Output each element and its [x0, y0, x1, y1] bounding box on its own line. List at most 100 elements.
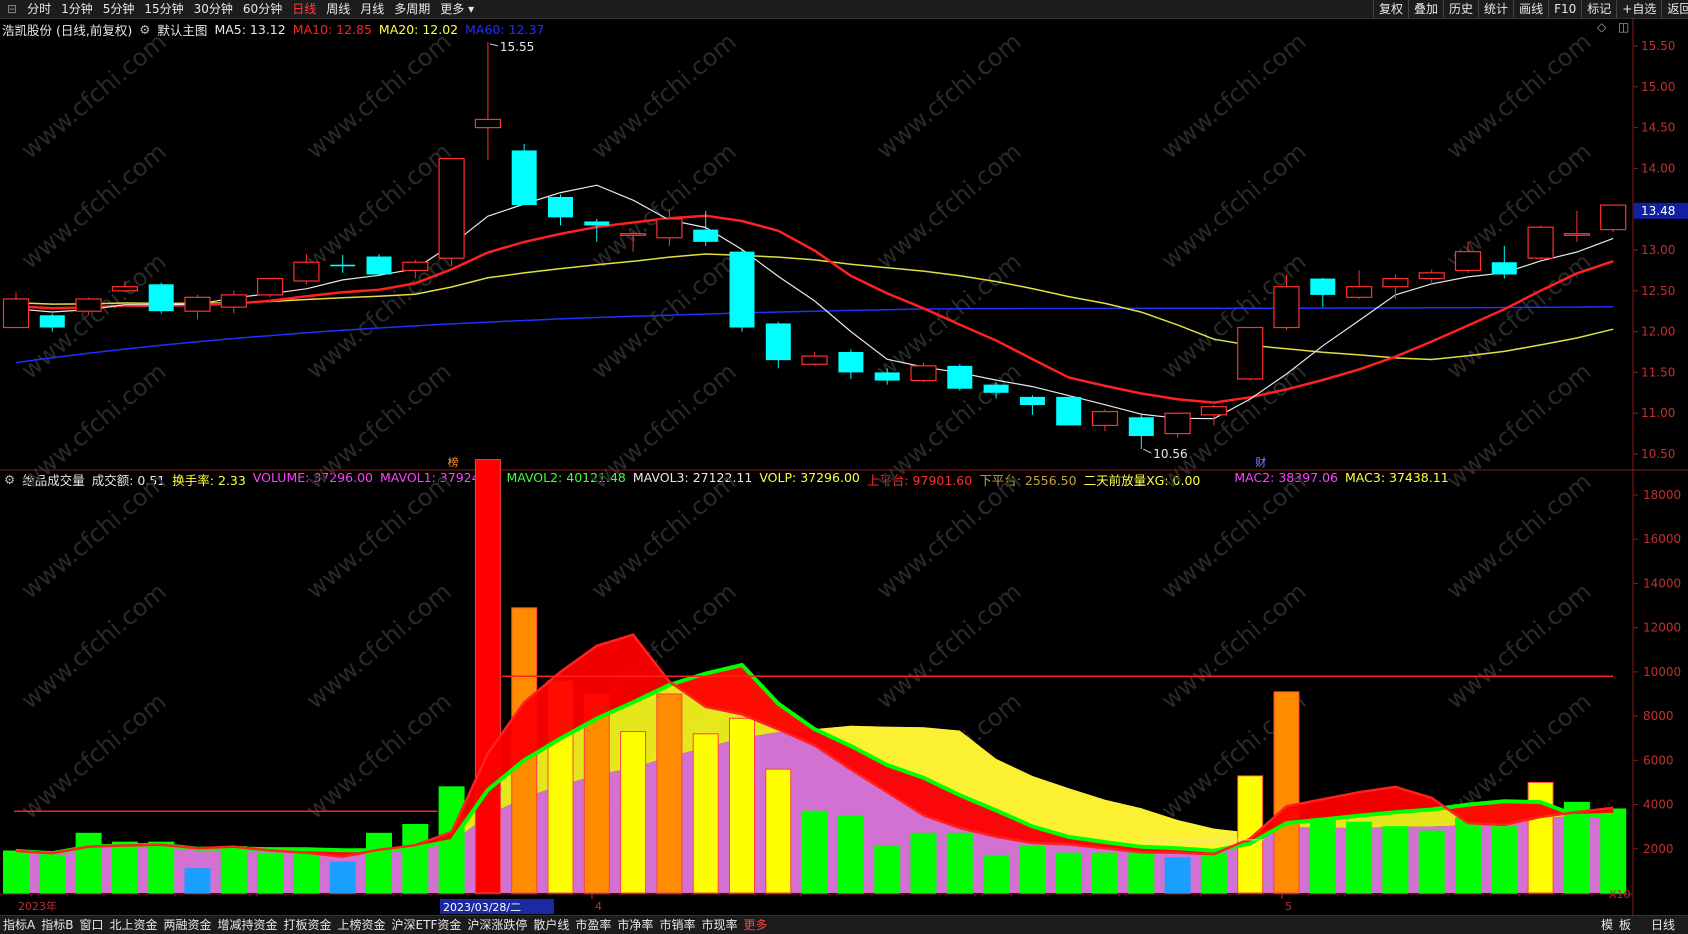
volume-bar[interactable]: [1527, 781, 1554, 894]
indicator-tab[interactable]: 沪深涨跌停: [464, 916, 530, 934]
candle-body-down[interactable]: [729, 251, 755, 328]
bottom-button[interactable]: 模: [1598, 916, 1616, 934]
indicator-tab[interactable]: 上榜资金: [335, 916, 389, 934]
candle-body-up[interactable]: [2, 298, 30, 329]
bottom-button[interactable]: 日线: [1648, 916, 1678, 934]
volume-bar[interactable]: [729, 717, 755, 894]
candle-body-down[interactable]: [838, 352, 864, 373]
indicator-tab[interactable]: 北上资金: [106, 916, 160, 934]
candle-body-down[interactable]: [1056, 396, 1082, 426]
candle-body-up[interactable]: [220, 294, 247, 308]
volume-bar[interactable]: [3, 850, 29, 894]
candle-body-down[interactable]: [511, 150, 537, 206]
volume-bar[interactable]: [402, 823, 429, 894]
volume-bar[interactable]: [1273, 691, 1300, 894]
candle-body-up[interactable]: [910, 365, 937, 382]
volume-bar[interactable]: [1600, 808, 1627, 894]
candle-body-down[interactable]: [584, 221, 610, 226]
volume-bar[interactable]: [874, 846, 901, 894]
indicator-tab[interactable]: 沪深ETF资金: [389, 916, 465, 934]
candle-body-up[interactable]: [1418, 272, 1445, 280]
volume-bar[interactable]: [366, 832, 392, 894]
candle-body-up[interactable]: [293, 261, 320, 282]
volume-bar[interactable]: [1491, 826, 1518, 894]
bang-marker[interactable]: 榜: [448, 455, 459, 469]
indicator-tab[interactable]: 更多: [740, 916, 770, 934]
candle-body-up[interactable]: [1091, 410, 1119, 427]
volume-bar[interactable]: [910, 832, 937, 894]
candle-body-up[interactable]: [1200, 406, 1228, 416]
candle-body-up[interactable]: [1382, 277, 1409, 288]
candle-body-up[interactable]: [402, 261, 429, 271]
volume-bar[interactable]: [474, 459, 501, 894]
candle-body-up[interactable]: [257, 277, 284, 296]
candle-body-up[interactable]: [1164, 412, 1191, 435]
volume-bar[interactable]: [39, 854, 66, 894]
volume-bar[interactable]: [1455, 817, 1481, 894]
candle-body-down[interactable]: [548, 196, 573, 218]
candle-body-up[interactable]: [1600, 204, 1627, 231]
candle-body-up[interactable]: [1454, 251, 1482, 272]
indicator-tab[interactable]: 市盈率: [572, 916, 614, 934]
candle-body-up[interactable]: [75, 298, 102, 312]
candle-body-down[interactable]: [693, 229, 719, 242]
kline-chart[interactable]: www.cfchi.com www.cfchi.com www.cfchi.com w…: [0, 0, 1688, 915]
volume-bar[interactable]: [1128, 852, 1155, 894]
candle-body-up[interactable]: [1527, 226, 1554, 259]
volume-bar[interactable]: [1309, 817, 1336, 894]
indicator-tab[interactable]: 窗口: [76, 916, 106, 934]
candle-body-up[interactable]: [1345, 286, 1373, 298]
volume-bar[interactable]: [1164, 857, 1191, 894]
volume-bar[interactable]: [801, 810, 828, 894]
candle-body-down[interactable]: [39, 315, 65, 328]
volume-bar[interactable]: [329, 861, 356, 894]
candle-body-down[interactable]: [1128, 417, 1154, 437]
candle-body-up[interactable]: [1273, 286, 1300, 329]
indicator-tab[interactable]: 市销率: [656, 916, 698, 934]
indicator-tab[interactable]: 两融资金: [160, 916, 214, 934]
candle-body-up[interactable]: [801, 355, 828, 365]
candle-body-down[interactable]: [1310, 278, 1336, 295]
volume-bar[interactable]: [1092, 852, 1118, 894]
volume-bar[interactable]: [1346, 821, 1373, 894]
volume-bar[interactable]: [1382, 826, 1409, 894]
indicator-tab[interactable]: 市现率: [698, 916, 740, 934]
candle-body-up[interactable]: [438, 158, 465, 259]
candle-body-up[interactable]: [184, 296, 211, 312]
volume-bar[interactable]: [656, 693, 683, 894]
candle-body-down[interactable]: [1491, 262, 1517, 275]
cai-marker[interactable]: 财: [1255, 455, 1266, 469]
volume-bar[interactable]: [1055, 852, 1082, 894]
candle-body-down[interactable]: [983, 384, 1009, 393]
volume-bar[interactable]: [692, 733, 719, 894]
candle-body-down[interactable]: [366, 256, 392, 275]
candle-body-down[interactable]: [330, 264, 356, 267]
indicator-tab[interactable]: 指标B: [38, 916, 76, 934]
volume-bar[interactable]: [184, 868, 211, 894]
volume-bar[interactable]: [148, 841, 175, 894]
volume-bar[interactable]: [220, 846, 247, 894]
candle-body-up[interactable]: [619, 233, 647, 236]
candle-body-up[interactable]: [1237, 326, 1264, 380]
candle-body-down[interactable]: [947, 365, 973, 389]
volume-bar[interactable]: [1200, 852, 1227, 894]
candle-body-down[interactable]: [148, 284, 174, 312]
volume-bar[interactable]: [1019, 846, 1046, 894]
candle-body-down[interactable]: [1019, 396, 1045, 406]
indicator-tab[interactable]: 市净率: [614, 916, 656, 934]
volume-bar[interactable]: [837, 815, 864, 894]
candle-body-up[interactable]: [656, 218, 683, 239]
bottom-button[interactable]: 板: [1616, 916, 1634, 934]
candle-body-up[interactable]: [474, 118, 501, 129]
volume-bar[interactable]: [946, 832, 973, 894]
volume-bar[interactable]: [1418, 830, 1445, 894]
indicator-tab[interactable]: 指标A: [0, 916, 38, 934]
volume-bar[interactable]: [293, 852, 320, 894]
volume-bar[interactable]: [620, 731, 647, 894]
volume-bar[interactable]: [75, 832, 102, 894]
volume-bar[interactable]: [257, 852, 284, 894]
candle-body-down[interactable]: [874, 372, 900, 381]
volume-bar[interactable]: [111, 841, 138, 894]
indicator-tab[interactable]: 散户线: [530, 916, 572, 934]
candle-body-down[interactable]: [765, 323, 791, 361]
